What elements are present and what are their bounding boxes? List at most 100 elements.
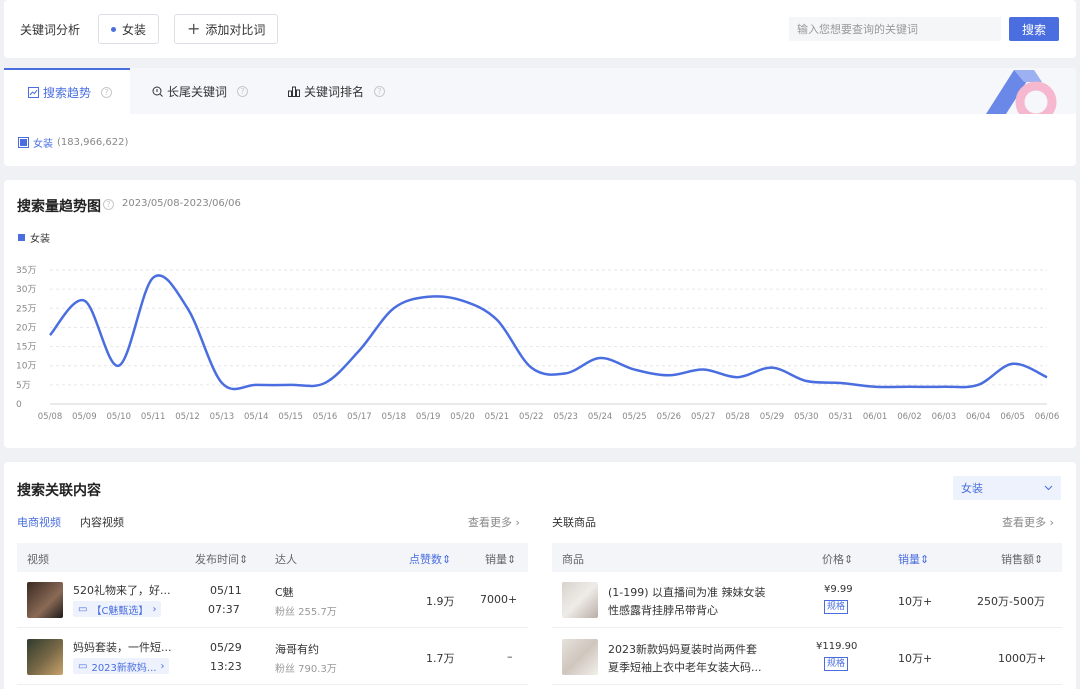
- search-button[interactable]: 搜索: [1009, 17, 1059, 41]
- video-thumbnail[interactable]: [27, 639, 63, 675]
- decoration-graphic: [986, 70, 1057, 114]
- video-title[interactable]: 妈妈套装，一件短...: [73, 639, 172, 655]
- view-more-label: 查看更多: [1002, 516, 1046, 529]
- spec-button[interactable]: 规格: [824, 656, 849, 671]
- y-tick-label: 10万: [16, 362, 36, 372]
- x-tick-label: 05/16: [313, 412, 338, 422]
- creator-name[interactable]: 海哥有约: [275, 641, 319, 657]
- tab-long-tail[interactable]: 长尾关键词 ?: [152, 68, 249, 114]
- keyword-select[interactable]: 女装: [953, 476, 1061, 500]
- table-row[interactable]: 妈妈套装，一件短... ▭ 2023新款妈... › 05/29 13:23 海…: [17, 629, 528, 685]
- x-tick-label: 05/22: [519, 412, 544, 422]
- goods-table-header: 商品 价格⇕ 销量⇕ 销售额⇕: [552, 543, 1062, 572]
- col-video: 视频: [27, 553, 49, 566]
- keyword-legend-count: (183,966,622): [57, 137, 129, 148]
- tab-keyword-ranking[interactable]: 关键词排名 ?: [288, 68, 386, 114]
- sort-icon: ⇕: [442, 553, 452, 566]
- subtab-content-video[interactable]: 内容视频: [80, 514, 124, 530]
- view-more-goods-link[interactable]: 查看更多 ›: [1002, 514, 1054, 530]
- y-tick-label: 5万: [16, 381, 31, 391]
- x-tick-label: 05/23: [553, 412, 578, 422]
- x-tick-label: 05/25: [622, 412, 647, 422]
- x-tick-label: 05/20: [450, 412, 475, 422]
- video-product-tag[interactable]: ▭ 2023新款妈... ›: [73, 658, 170, 674]
- col-label: 发布时间: [195, 553, 239, 566]
- keyword-chip[interactable]: 女装: [98, 14, 160, 44]
- sort-icon: ⇕: [507, 553, 517, 566]
- col-sales[interactable]: 销量⇕: [485, 551, 516, 567]
- table-row[interactable]: 2023新款妈妈夏装时尚两件套 夏季短袖上衣中老年女装大码... ¥119.90…: [552, 629, 1062, 685]
- series-color-swatch: [18, 234, 25, 241]
- product-title-line1[interactable]: 2023新款妈妈夏装时尚两件套: [608, 641, 757, 657]
- x-tick-label: 06/03: [932, 412, 957, 422]
- bar-chart-icon: [288, 86, 300, 97]
- keyword-color-dot: [111, 26, 116, 32]
- x-tick-label: 06/06: [1035, 412, 1060, 422]
- cart-icon: ▭: [78, 603, 88, 615]
- table-row[interactable]: (1-199) 以直播间为准 辣妹女装 性感露背挂脖吊带背心 ¥9.99 规格 …: [552, 572, 1062, 628]
- video-table-header: 视频 发布时间⇕ 达人 点赞数⇕ 销量⇕: [17, 543, 528, 572]
- y-tick-label: 20万: [16, 323, 36, 333]
- video-product-tag[interactable]: ▭ 【C魅甄选】 ›: [73, 601, 162, 617]
- creator-name[interactable]: C魅: [275, 584, 294, 600]
- date-range: 2023/05/08-2023/06/06: [122, 198, 241, 209]
- keyword-legend-name: 女装: [33, 139, 53, 150]
- view-more-videos-link[interactable]: 查看更多 ›: [468, 514, 520, 530]
- chevron-right-icon: ›: [1049, 516, 1054, 529]
- spec-button[interactable]: 规格: [824, 599, 849, 614]
- product-price: ¥9.99: [824, 584, 853, 595]
- series-line-女装[interactable]: [49, 274, 1048, 391]
- col-goods-sales[interactable]: 销量⇕: [898, 551, 929, 567]
- keyword-analysis-bar: 关键词分析 女装 + 添加对比词 搜索: [4, 0, 1076, 58]
- series-legend[interactable]: 女装: [18, 230, 50, 245]
- col-label: 销量: [898, 553, 920, 566]
- publish-time: 07:37: [208, 603, 240, 616]
- product-title-line1[interactable]: (1-199) 以直播间为准 辣妹女装: [608, 584, 766, 600]
- x-tick-label: 06/05: [1000, 412, 1025, 422]
- tab-search-trend[interactable]: 搜索趋势 ?: [4, 68, 130, 114]
- goods-sales: 10万+: [898, 652, 933, 665]
- add-compare-button[interactable]: + 添加对比词: [174, 14, 279, 44]
- publish-time: 13:23: [210, 660, 242, 673]
- publish-date: 05/29: [210, 641, 242, 654]
- keyword-search-input[interactable]: [789, 17, 1001, 41]
- keyword-chip-label: 女装: [122, 22, 147, 37]
- x-tick-label: 05/17: [347, 412, 372, 422]
- chevron-right-icon: ›: [160, 660, 165, 672]
- tag-label: 2023新款妈...: [91, 662, 157, 674]
- col-publish-time[interactable]: 发布时间⇕: [195, 551, 248, 567]
- product-thumbnail[interactable]: [562, 582, 598, 618]
- col-label: 销售额: [1001, 553, 1034, 566]
- subtab-ecommerce-video[interactable]: 电商视频: [17, 514, 61, 530]
- search-trend-card: 搜索量趋势图 ? 2023/05/08-2023/06/06 女装 0 5万 10万…: [4, 180, 1076, 448]
- product-thumbnail[interactable]: [562, 639, 598, 675]
- view-more-label: 查看更多: [468, 516, 512, 529]
- sales-count: 7000+: [480, 593, 518, 606]
- x-tick-label: 05/30: [794, 412, 819, 422]
- sort-icon: ⇕: [920, 553, 930, 566]
- col-label: 销量: [485, 553, 507, 566]
- product-title-line2[interactable]: 性感露背挂脖吊带背心: [608, 602, 718, 618]
- x-tick-label: 05/11: [141, 412, 166, 422]
- product-price: ¥119.90: [816, 641, 858, 652]
- x-tick-label: 05/26: [657, 412, 682, 422]
- x-tick-label: 05/29: [760, 412, 785, 422]
- chevron-right-icon: ›: [152, 603, 157, 615]
- spec-label: 规格: [824, 657, 849, 671]
- keyword-legend[interactable]: 女装 (183,966,622): [18, 135, 128, 150]
- x-tick-label: 05/08: [38, 412, 63, 422]
- x-tick-label: 06/01: [863, 412, 888, 422]
- video-thumbnail[interactable]: [27, 582, 63, 618]
- table-row[interactable]: 520礼物来了，好... ▭ 【C魅甄选】 › 05/11 07:37 C魅 粉…: [17, 572, 528, 628]
- col-revenue[interactable]: 销售额⇕: [1001, 551, 1043, 567]
- add-compare-label: 添加对比词: [205, 22, 266, 37]
- tab-label: 搜索趋势: [43, 85, 92, 100]
- col-price[interactable]: 价格⇕: [822, 551, 853, 567]
- video-title[interactable]: 520礼物来了，好...: [73, 582, 171, 598]
- col-likes[interactable]: 点赞数⇕: [409, 551, 451, 567]
- x-tick-label: 05/15: [278, 412, 303, 422]
- help-icon: ?: [237, 85, 249, 97]
- checkbox-checked-icon: [18, 137, 29, 148]
- y-tick-label: 35万: [16, 266, 36, 276]
- product-title-line2[interactable]: 夏季短袖上衣中老年女装大码...: [608, 659, 762, 675]
